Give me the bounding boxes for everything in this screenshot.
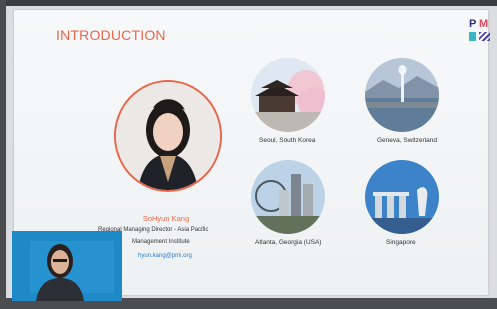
city-label-geneva: Geneva, Switzerland <box>377 137 437 144</box>
logo-letter-p: P <box>469 18 477 30</box>
logo-block <box>469 32 476 41</box>
self-view-camera[interactable] <box>12 231 122 301</box>
city-image-singapore <box>365 160 439 234</box>
speaker-email[interactable]: hyun.kang@pmi.org <box>138 253 192 259</box>
city-image-seoul <box>251 58 325 132</box>
speaker-name: SoHyun Kang <box>142 214 190 223</box>
city-label-seoul: Seoul, South Korea <box>259 137 316 144</box>
city-label-singapore: Singapore <box>386 239 416 246</box>
speaker-portrait <box>114 80 222 192</box>
logo-stripes <box>479 32 490 41</box>
speaker-role-line-2: Management Institute <box>132 239 190 245</box>
city-image-atlanta <box>251 160 325 234</box>
top-bezel <box>0 0 497 6</box>
slide-title: INTRODUCTION <box>56 27 166 43</box>
left-bezel <box>0 0 6 309</box>
city-image-geneva <box>365 58 439 132</box>
logo-letter-m: M <box>479 18 489 30</box>
city-label-atlanta: Atlanta, Georgia (USA) <box>255 239 322 246</box>
pmi-logo: P M <box>469 18 493 46</box>
